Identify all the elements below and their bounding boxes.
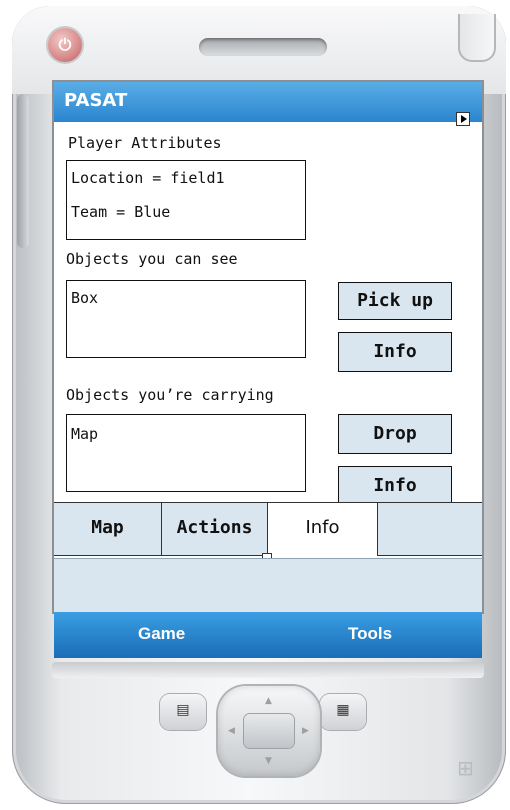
pick-up-button[interactable]: Pick up bbox=[338, 282, 452, 320]
app-title: PASAT bbox=[64, 90, 128, 111]
lower-bezel bbox=[52, 662, 484, 678]
contacts-button[interactable]: ▤ bbox=[160, 694, 206, 730]
list-item[interactable]: Map bbox=[71, 425, 98, 443]
dpad-left-icon: ◀ bbox=[228, 726, 235, 736]
tab-map[interactable]: Map bbox=[54, 503, 162, 556]
tab-info[interactable]: Info bbox=[268, 503, 378, 556]
objects-visible-list[interactable]: Box bbox=[66, 280, 306, 358]
player-attributes-box: Location = field1 Team = Blue bbox=[66, 160, 306, 240]
menu-game[interactable]: Game bbox=[138, 624, 185, 644]
contacts-icon: ▤ bbox=[176, 702, 190, 718]
title-bar: PASAT bbox=[54, 82, 482, 126]
tab-empty[interactable] bbox=[378, 503, 482, 556]
menu-tools[interactable]: Tools bbox=[348, 624, 392, 644]
carrying-info-button[interactable]: Info bbox=[338, 466, 452, 506]
calendar-button[interactable]: ▦ bbox=[320, 694, 366, 730]
objects-visible-label: Objects you can see bbox=[66, 250, 238, 268]
dpad-up-icon: ▲ bbox=[265, 696, 272, 706]
directional-pad[interactable]: ▲ ▼ ◀ ▶ bbox=[218, 686, 320, 776]
visible-info-button[interactable]: Info bbox=[338, 332, 452, 372]
dpad-right-icon: ▶ bbox=[302, 726, 309, 736]
device-screen: PASAT Player Attributes Location = field… bbox=[54, 82, 482, 612]
soft-key-bar: Game Tools bbox=[54, 612, 482, 658]
attribute-team: Team = Blue bbox=[71, 203, 171, 221]
drop-button[interactable]: Drop bbox=[338, 414, 452, 454]
list-item[interactable]: Box bbox=[71, 289, 98, 307]
side-button[interactable] bbox=[17, 94, 29, 248]
windows-logo-icon: ⊞ bbox=[457, 756, 474, 780]
info-panel: Player Attributes Location = field1 Team… bbox=[56, 126, 480, 506]
player-attributes-label: Player Attributes bbox=[68, 134, 222, 152]
power-button[interactable]: ⏻ bbox=[48, 28, 82, 62]
speaker-grille bbox=[199, 38, 327, 56]
tab-bar: Map Actions Info bbox=[54, 502, 482, 556]
attribute-location: Location = field1 bbox=[71, 169, 225, 187]
scroll-right-icon[interactable] bbox=[456, 112, 470, 126]
objects-carrying-list[interactable]: Map bbox=[66, 414, 306, 492]
calendar-icon: ▦ bbox=[336, 702, 350, 718]
input-panel[interactable] bbox=[54, 558, 482, 612]
tab-actions[interactable]: Actions bbox=[162, 503, 268, 556]
dpad-down-icon: ▼ bbox=[265, 756, 272, 766]
dpad-center-button[interactable] bbox=[244, 714, 294, 748]
stylus-slot bbox=[458, 14, 496, 62]
objects-carrying-label: Objects you’re carrying bbox=[66, 386, 274, 404]
power-icon: ⏻ bbox=[58, 35, 72, 54]
